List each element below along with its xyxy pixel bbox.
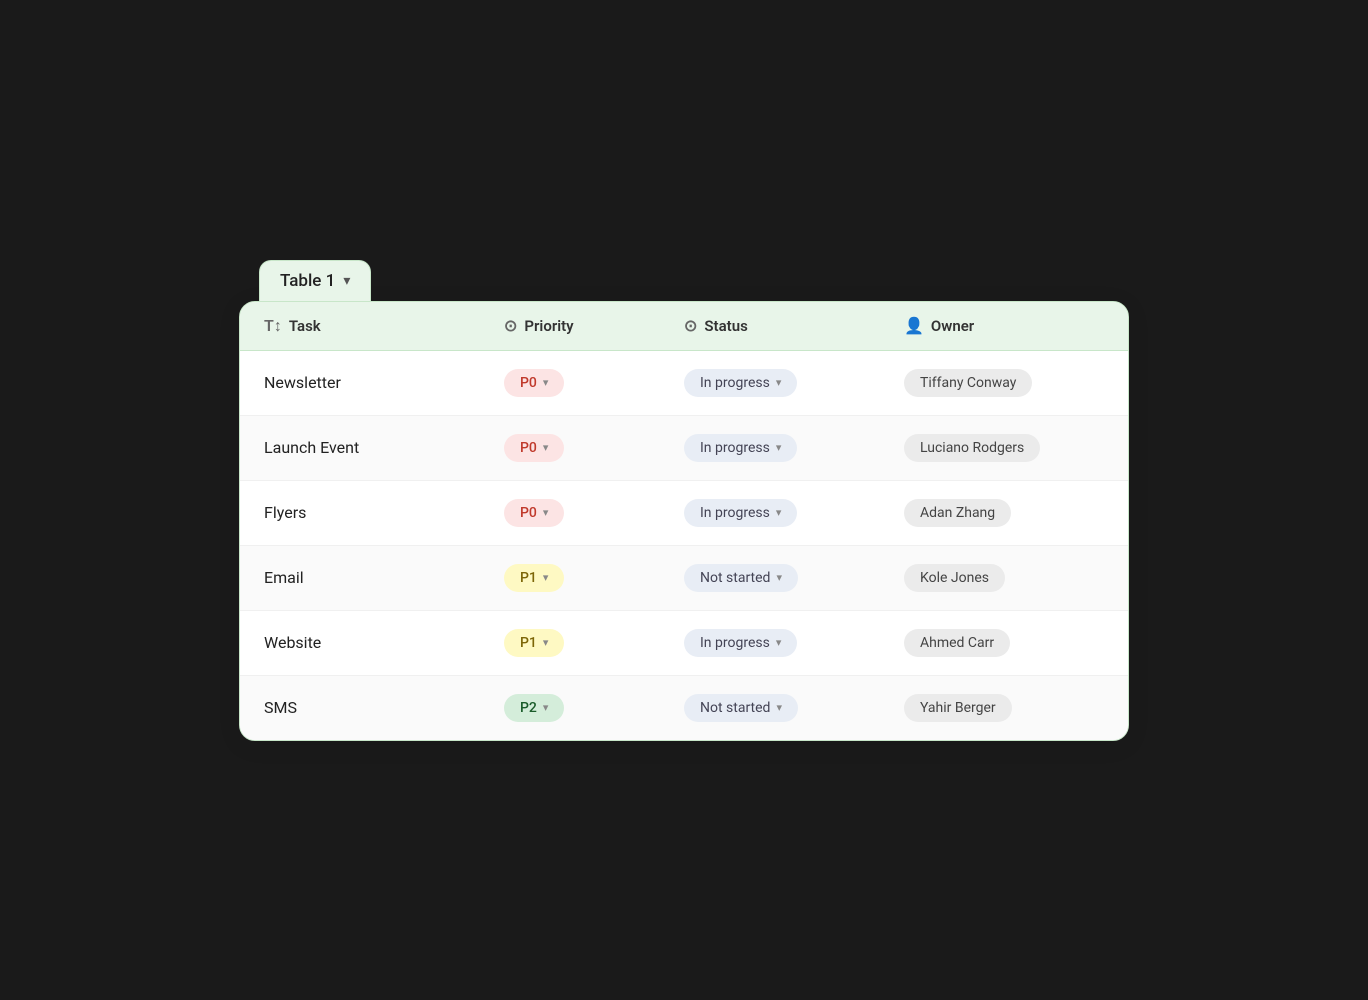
task-cell: Website — [264, 633, 504, 652]
owner-badge: Luciano Rodgers — [904, 434, 1040, 462]
col-header-task: T↕ Task — [264, 316, 504, 336]
status-badge[interactable]: In progress ▾ — [684, 369, 797, 397]
owner-icon: 👤 — [904, 316, 924, 335]
table-tab[interactable]: Table 1 ▾ — [259, 260, 371, 301]
owner-badge: Tiffany Conway — [904, 369, 1032, 397]
task-type-icon: T↕ — [264, 316, 282, 336]
col-status-label: Status — [704, 317, 747, 335]
status-filter-icon: ⊙ — [684, 316, 697, 335]
col-task-label: Task — [289, 317, 321, 335]
status-badge[interactable]: Not started ▾ — [684, 564, 798, 592]
priority-cell[interactable]: P0 ▾ — [504, 369, 684, 397]
status-cell[interactable]: In progress ▾ — [684, 369, 904, 397]
status-cell[interactable]: In progress ▾ — [684, 629, 904, 657]
task-cell: SMS — [264, 698, 504, 717]
priority-filter-icon: ⊙ — [504, 316, 517, 335]
status-cell[interactable]: Not started ▾ — [684, 564, 904, 592]
priority-badge[interactable]: P1 ▾ — [504, 564, 564, 592]
col-owner-label: Owner — [931, 317, 974, 335]
task-cell: Newsletter — [264, 373, 504, 392]
col-header-owner: 👤 Owner — [904, 316, 1104, 336]
table-row: Website P1 ▾ In progress ▾ Ahmed Carr — [240, 611, 1128, 676]
status-badge[interactable]: Not started ▾ — [684, 694, 798, 722]
owner-badge: Adan Zhang — [904, 499, 1011, 527]
status-dropdown-icon: ▾ — [776, 571, 782, 584]
owner-cell: Tiffany Conway — [904, 369, 1104, 397]
owner-badge: Ahmed Carr — [904, 629, 1010, 657]
priority-dropdown-icon: ▾ — [543, 441, 549, 454]
status-badge[interactable]: In progress ▾ — [684, 434, 797, 462]
table-row: Launch Event P0 ▾ In progress ▾ Luciano … — [240, 416, 1128, 481]
priority-dropdown-icon: ▾ — [543, 571, 549, 584]
status-badge[interactable]: In progress ▾ — [684, 629, 797, 657]
task-cell: Flyers — [264, 503, 504, 522]
col-priority-label: Priority — [524, 317, 573, 335]
table-body: Newsletter P0 ▾ In progress ▾ Tiffany Co… — [240, 351, 1128, 740]
status-dropdown-icon: ▾ — [776, 376, 782, 389]
tab-chevron-icon: ▾ — [343, 273, 350, 289]
status-cell[interactable]: In progress ▾ — [684, 499, 904, 527]
status-cell[interactable]: In progress ▾ — [684, 434, 904, 462]
priority-badge[interactable]: P0 ▾ — [504, 369, 564, 397]
task-cell: Email — [264, 568, 504, 587]
table-header: T↕ Task ⊙ Priority ⊙ Status 👤 Owner — [240, 302, 1128, 351]
owner-badge: Kole Jones — [904, 564, 1005, 592]
priority-cell[interactable]: P0 ▾ — [504, 499, 684, 527]
priority-cell[interactable]: P2 ▾ — [504, 694, 684, 722]
owner-cell: Kole Jones — [904, 564, 1104, 592]
priority-dropdown-icon: ▾ — [543, 376, 549, 389]
owner-badge: Yahir Berger — [904, 694, 1012, 722]
status-dropdown-icon: ▾ — [776, 441, 782, 454]
priority-badge[interactable]: P0 ▾ — [504, 434, 564, 462]
priority-badge[interactable]: P2 ▾ — [504, 694, 564, 722]
status-dropdown-icon: ▾ — [776, 701, 782, 714]
owner-cell: Adan Zhang — [904, 499, 1104, 527]
priority-cell[interactable]: P0 ▾ — [504, 434, 684, 462]
owner-cell: Ahmed Carr — [904, 629, 1104, 657]
table-row: Email P1 ▾ Not started ▾ Kole Jones — [240, 546, 1128, 611]
priority-dropdown-icon: ▾ — [543, 636, 549, 649]
priority-badge[interactable]: P0 ▾ — [504, 499, 564, 527]
status-badge[interactable]: In progress ▾ — [684, 499, 797, 527]
col-header-status: ⊙ Status — [684, 316, 904, 336]
table-row: Newsletter P0 ▾ In progress ▾ Tiffany Co… — [240, 351, 1128, 416]
priority-dropdown-icon: ▾ — [543, 506, 549, 519]
table-row: Flyers P0 ▾ In progress ▾ Adan Zhang — [240, 481, 1128, 546]
table-card: T↕ Task ⊙ Priority ⊙ Status 👤 Owner News… — [239, 301, 1129, 741]
task-cell: Launch Event — [264, 438, 504, 457]
priority-cell[interactable]: P1 ▾ — [504, 564, 684, 592]
priority-dropdown-icon: ▾ — [543, 701, 549, 714]
status-cell[interactable]: Not started ▾ — [684, 694, 904, 722]
table-widget: Table 1 ▾ T↕ Task ⊙ Priority ⊙ Status 👤 … — [239, 260, 1129, 741]
status-dropdown-icon: ▾ — [776, 506, 782, 519]
status-dropdown-icon: ▾ — [776, 636, 782, 649]
tab-label: Table 1 — [280, 271, 335, 291]
col-header-priority: ⊙ Priority — [504, 316, 684, 336]
owner-cell: Yahir Berger — [904, 694, 1104, 722]
priority-cell[interactable]: P1 ▾ — [504, 629, 684, 657]
table-row: SMS P2 ▾ Not started ▾ Yahir Berger — [240, 676, 1128, 740]
priority-badge[interactable]: P1 ▾ — [504, 629, 564, 657]
owner-cell: Luciano Rodgers — [904, 434, 1104, 462]
